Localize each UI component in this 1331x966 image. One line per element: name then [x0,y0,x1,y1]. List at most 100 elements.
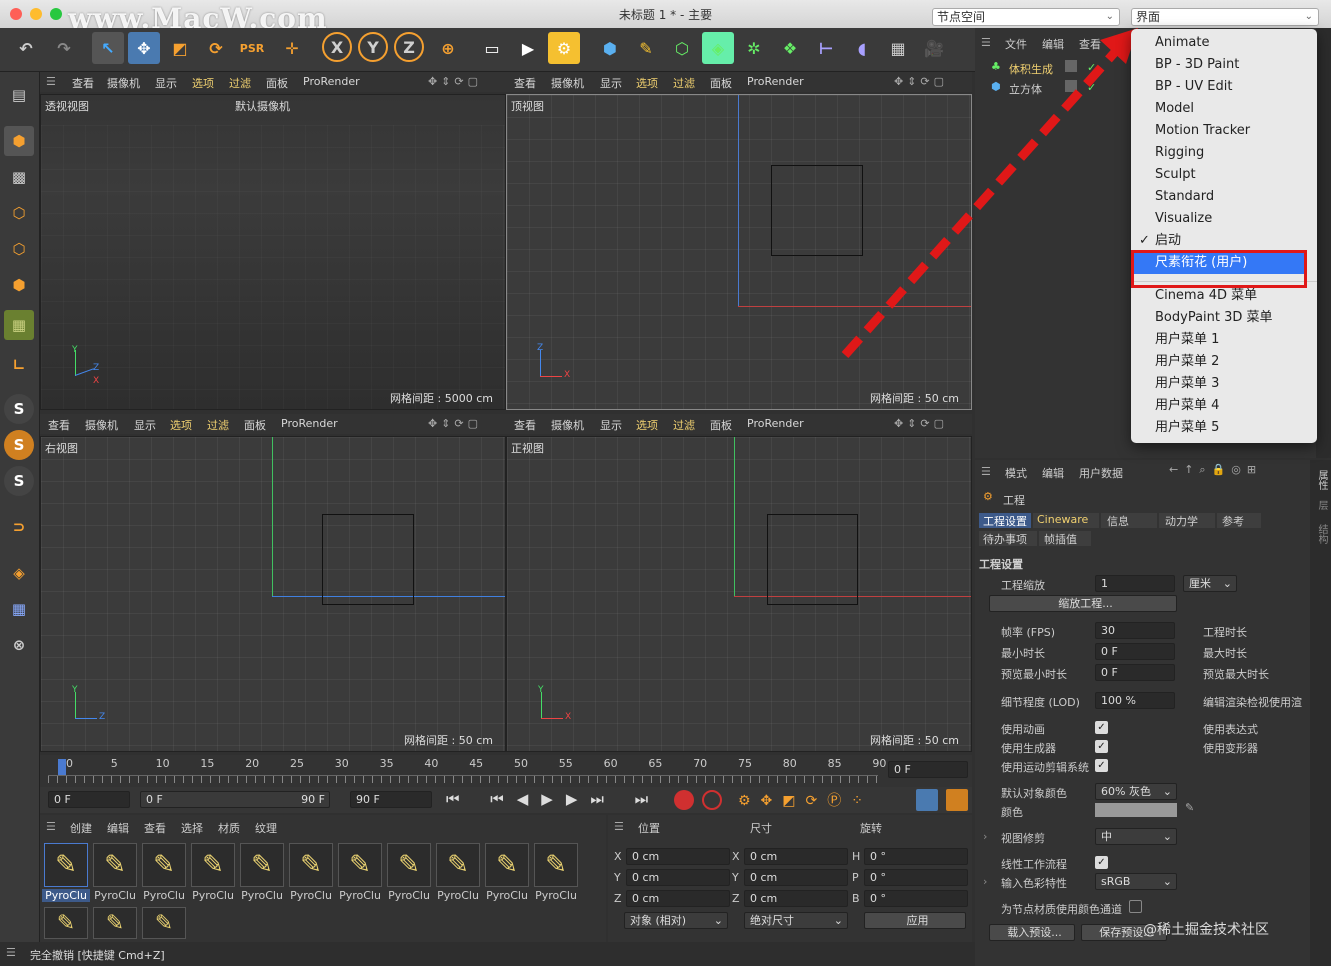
snap-icon[interactable]: S [4,394,34,424]
material-swatch[interactable]: ✎ [44,843,88,887]
expand-icon[interactable]: › [983,875,987,888]
workplane-icon[interactable]: ◈ [4,558,34,588]
menu-icon[interactable]: ☰ [46,820,56,833]
menu-view[interactable]: 查看 [48,417,70,433]
layout-menu-item[interactable]: 用户菜单 5 [1155,417,1219,439]
layout-select[interactable]: 界面 ⌄ [1131,8,1319,26]
size-field[interactable]: 0 cm [744,890,848,907]
rotation-field[interactable]: 0 ° [864,869,968,886]
use-generators-checkbox[interactable]: ✓ [1095,740,1108,753]
texture-mode-icon[interactable]: ▩ [4,162,34,192]
viewport-nav-icon[interactable]: ✥⇕⟳▢ [428,417,482,430]
material-swatch[interactable]: ✎ [93,907,137,939]
scale-unit-select[interactable]: 厘米 ⌄ [1183,575,1237,592]
viewport-right[interactable]: 右视图 Y Z 网格间距 : 50 cm [40,436,506,752]
menu-icon[interactable]: ☰ [981,465,991,478]
viewport-nav-icon[interactable]: ✥⇕⟳▢ [894,75,948,88]
move-tool-icon[interactable]: ✥ [128,32,160,64]
mograph-icon[interactable]: ❖ [774,32,806,64]
layout-menu-item[interactable]: Standard [1155,186,1214,208]
cloner-icon[interactable]: ✲ [738,32,770,64]
material-swatch[interactable]: ✎ [240,843,284,887]
menu-panel[interactable]: 面板 [244,417,266,433]
viewport-front[interactable]: 正视图 Y X 网格间距 : 50 cm [506,436,972,752]
menu-display[interactable]: 显示 [155,75,177,91]
material-swatch[interactable]: ✎ [436,843,480,887]
object-item-volume-builder[interactable]: 体积生成 [1009,61,1053,77]
menu-select[interactable]: 选择 [181,820,203,836]
menu-icon[interactable]: ☰ [614,820,624,833]
rotate-tool-icon[interactable]: ⟳ [200,32,232,64]
layout-menu-item[interactable]: Model [1155,98,1194,120]
check-icon[interactable]: ✓ [1087,81,1096,94]
y-axis-lock-icon[interactable]: Y [358,32,388,62]
render-picture-viewer-icon[interactable]: ▶ [512,32,544,64]
menu-create[interactable]: 创建 [70,820,92,836]
menu-texture[interactable]: 纹理 [255,820,277,836]
menu-view[interactable]: 查看 [514,75,536,91]
menu-icon[interactable]: ☰ [46,75,56,88]
viewport-nav-icon[interactable]: ✥⇕⟳▢ [894,417,948,430]
layout-menu-item[interactable]: Animate [1155,32,1209,54]
playhead[interactable] [58,759,66,775]
uv-mode-icon[interactable]: ▦ [4,310,34,340]
coord-mode-select[interactable]: 对象 (相对) ⌄ [624,912,728,929]
layout-menu-item[interactable]: BodyPaint 3D 菜单 [1155,307,1273,329]
size-mode-select[interactable]: 绝对尺寸 ⌄ [744,912,848,929]
menu-camera[interactable]: 摄像机 [551,417,584,433]
menu-display[interactable]: 显示 [600,75,622,91]
start-frame-field[interactable]: 0 F [48,791,130,808]
axis-mode-icon[interactable]: ∟ [4,350,34,380]
menu-options[interactable]: 选项 [636,417,658,433]
project-scale-field[interactable]: 1 [1095,575,1175,592]
position-field[interactable]: 0 cm [626,869,730,886]
generator-icon[interactable]: ◈ [702,32,734,64]
lock-workplane-icon[interactable]: ⊗ [4,630,34,660]
layout-menu-item[interactable]: Rigging [1155,142,1204,164]
tab-cineware[interactable]: Cineware [1033,513,1099,528]
menu-file[interactable]: 文件 [1005,36,1027,52]
menu-options[interactable]: 选项 [192,75,214,91]
viewport-top[interactable]: 顶视图 Z X 网格间距 : 50 cm [506,94,972,410]
position-field[interactable]: 0 cm [626,890,730,907]
side-tab-structure[interactable]: 结构 [1314,524,1329,544]
menu-filter[interactable]: 过滤 [673,75,695,91]
size-field[interactable]: 0 cm [744,848,848,865]
record-icon[interactable] [674,790,694,810]
tab-dynamics[interactable]: 动力学 [1159,513,1215,528]
menu-prorender[interactable]: ProRender [747,417,804,430]
pen-icon[interactable]: ✎ [630,32,662,64]
layout-menu-item[interactable]: 尺素衔花 (用户) [1131,252,1307,274]
psr-icon[interactable]: PSR [236,32,268,64]
material-swatch[interactable]: ✎ [191,843,235,887]
check-icon[interactable]: ✓ [1087,61,1096,74]
menu-filter[interactable]: 过滤 [229,75,251,91]
film-icon[interactable] [946,789,968,811]
scale-tool-icon[interactable]: ◩ [164,32,196,64]
position-field[interactable]: 0 cm [626,848,730,865]
size-field[interactable]: 0 cm [744,869,848,886]
redo-icon[interactable]: ↷ [48,32,80,64]
select-tool-icon[interactable]: ↖ [92,32,124,64]
tab-todo[interactable]: 待办事项 [979,531,1037,546]
menu-camera[interactable]: 摄像机 [551,75,584,91]
viewport-nav-icon[interactable]: ✥⇕⟳▢ [428,75,482,88]
menu-view[interactable]: 查看 [1079,36,1101,52]
viewport-perspective[interactable]: 透视视图 默认摄像机 Y Z X 网格间距 : 5000 cm [40,94,506,410]
menu-options[interactable]: 选项 [636,75,658,91]
z-axis-lock-icon[interactable]: Z [394,32,424,62]
model-mode-icon[interactable]: ⬢ [4,126,34,156]
menu-display[interactable]: 显示 [134,417,156,433]
grid-icon[interactable]: ▦ [4,594,34,624]
eyedropper-icon[interactable]: ✎ [1185,801,1194,814]
menu-edit[interactable]: 编辑 [107,820,129,836]
menu-view[interactable]: 查看 [144,820,166,836]
use-animation-checkbox[interactable]: ✓ [1095,721,1108,734]
menu-prorender[interactable]: ProRender [303,75,360,88]
layout-menu-item[interactable]: 启动 [1155,230,1181,252]
material-swatch[interactable]: ✎ [44,907,88,939]
use-mograph-checkbox[interactable]: ✓ [1095,759,1108,772]
menu-display[interactable]: 显示 [600,417,622,433]
material-swatch[interactable]: ✎ [534,843,578,887]
menu-filter[interactable]: 过滤 [207,417,229,433]
